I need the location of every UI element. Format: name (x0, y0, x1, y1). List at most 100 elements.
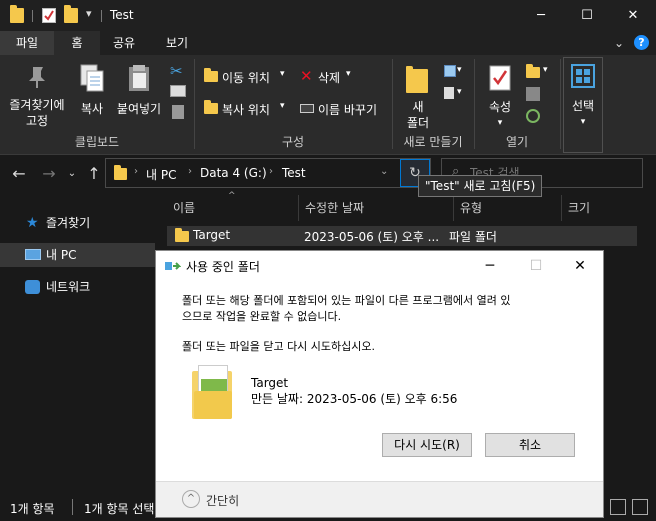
forward-button[interactable]: → (38, 162, 60, 186)
copy-to-icon (204, 100, 218, 114)
row-name: Target (193, 228, 231, 242)
close-icon: ✕ (627, 8, 639, 23)
nav-item-this-pc[interactable]: 내 PC (0, 243, 155, 267)
nav-item-network[interactable]: 네트워크 (0, 275, 155, 299)
minimize-icon: ─ (485, 258, 495, 274)
new-folder-icon[interactable] (64, 5, 78, 23)
copy-button[interactable]: 복사 (72, 59, 112, 119)
new-folder-label: 새 (412, 100, 424, 114)
expand-ribbon-icon[interactable]: ⌄ (614, 36, 624, 50)
dropdown-arrow-icon: ▾ (580, 117, 586, 127)
dialog-instruction: 폴더 또는 파일을 닫고 다시 시도하십시오. (182, 340, 376, 353)
new-item-icon (444, 65, 456, 77)
easy-access-button[interactable]: ▾ (444, 87, 464, 101)
divider (72, 499, 73, 515)
clipboard-group-label: 클립보드 (74, 135, 120, 149)
close-button[interactable]: ✕ (610, 0, 656, 31)
dropdown-arrow-icon: ▾ (457, 87, 462, 97)
rename-button[interactable]: 이름 바꾸기 (298, 99, 386, 119)
copy-label: 복사 (80, 102, 104, 116)
back-button[interactable]: ← (8, 162, 30, 186)
copy-path-icon[interactable] (170, 85, 186, 97)
address-dropdown-icon[interactable]: ⌄ (380, 166, 388, 177)
delete-label: 삭제 (318, 71, 341, 85)
dialog-body: 폴더 또는 해당 폴더에 포함되어 있는 파일이 다른 프로그램에서 열려 있 … (156, 281, 603, 481)
recent-locations-button[interactable]: ⌄ (64, 162, 80, 186)
pin-label-2: 고정 (25, 114, 49, 128)
minimize-button[interactable]: ─ (518, 0, 564, 31)
file-move-icon (165, 262, 181, 270)
dropdown-arrow-icon: ▾ (280, 101, 285, 111)
cancel-button[interactable]: 취소 (485, 433, 575, 457)
properties-button[interactable]: 속성 ▾ (480, 59, 520, 131)
properties-label: 속성 (488, 100, 512, 114)
nav-item-label: 네트워크 (46, 280, 91, 294)
paste-shortcut-icon[interactable] (172, 105, 184, 119)
pin-label: 즐겨찾기에 (9, 98, 65, 112)
dropdown-arrow-icon: ▾ (543, 65, 548, 75)
new-group-label: 새로 만들기 (403, 135, 463, 149)
ribbon-tabs: 파일 홈 공유 보기 ⌄ ? (0, 31, 656, 55)
dialog-item-name: Target (251, 376, 289, 390)
retry-button[interactable]: 다시 시도(R) (382, 433, 472, 457)
select-label: 선택 (571, 99, 595, 113)
maximize-button[interactable]: ☐ (564, 0, 610, 31)
row-modified: 2023-05-06 (토) 오후 ... (304, 230, 440, 244)
copy-to-button[interactable]: 복사 위치 ▾ (202, 99, 290, 119)
open-group-label: 열기 (505, 135, 529, 149)
dropdown-arrow-icon: ▾ (280, 69, 285, 79)
properties-checklist-icon[interactable] (42, 8, 56, 23)
star-icon: ★ (26, 215, 39, 231)
address-row: ← → ⌄ ↑ › 내 PC › Data 4 (G:) › Test ⌄ ↻ … (0, 155, 656, 195)
breadcrumb-drive[interactable]: Data 4 (G:) (200, 166, 267, 180)
move-to-button[interactable]: 이동 위치 ▾ (202, 67, 290, 87)
pc-icon (25, 249, 41, 260)
dialog-maximize-button: ☐ (513, 251, 559, 281)
navigation-pane: ★ 즐겨찾기 내 PC 네트워크 (0, 195, 155, 495)
address-bar[interactable]: › 내 PC › Data 4 (G:) › Test ⌄ ↻ (105, 158, 431, 188)
tab-share[interactable]: 공유 (100, 31, 148, 55)
nav-item-quick-access[interactable]: ★ 즐겨찾기 (0, 211, 155, 235)
delete-button[interactable]: ✕ 삭제 ▾ (298, 67, 358, 87)
rename-label: 이름 바꾸기 (318, 103, 378, 117)
pin-to-quick-access-button[interactable]: 즐겨찾기에 고정 (4, 59, 70, 133)
delete-x-icon: ✕ (300, 67, 313, 85)
large-icons-view-icon[interactable] (632, 499, 648, 515)
column-header-name[interactable]: 이름 (167, 195, 299, 221)
new-folder-large-icon (406, 66, 428, 93)
column-header-type[interactable]: 유형 (454, 195, 562, 221)
help-icon[interactable]: ? (634, 35, 649, 50)
up-button[interactable]: ↑ (84, 162, 104, 186)
select-button[interactable]: 선택 ▾ (563, 57, 603, 153)
customize-quick-access-icon[interactable]: ▾ (86, 7, 92, 20)
tab-home[interactable]: 홈 (54, 31, 100, 55)
column-header-modified[interactable]: 수정한 날짜 (299, 195, 454, 221)
edit-icon[interactable] (526, 87, 540, 101)
new-folder-label-2: 폴더 (406, 116, 430, 130)
paste-button[interactable]: 붙여넣기 (114, 59, 164, 119)
column-header-size[interactable]: 크기 (562, 195, 642, 221)
new-item-button[interactable]: ▾ (444, 65, 464, 79)
pin-icon (29, 67, 45, 88)
dialog-close-button[interactable]: ✕ (557, 251, 603, 281)
breadcrumb-test[interactable]: Test (282, 166, 306, 180)
details-view-icon[interactable] (610, 499, 626, 515)
collapse-details-button[interactable]: ^ 간단히 (182, 490, 258, 510)
breadcrumb-separator-icon: › (269, 166, 273, 177)
dialog-minimize-button[interactable]: ─ (467, 251, 513, 281)
tab-view[interactable]: 보기 (148, 31, 206, 55)
open-button[interactable]: ▾ (526, 64, 552, 79)
folder-icon (175, 228, 189, 242)
divider (560, 59, 561, 149)
tab-file[interactable]: 파일 (0, 31, 54, 55)
properties-icon (489, 65, 511, 91)
divider (32, 10, 33, 22)
breadcrumb-this-pc[interactable]: 내 PC (146, 166, 176, 183)
new-folder-button[interactable]: 새 폴더 (398, 59, 438, 131)
dialog-message-line2: 으므로 작업을 완료할 수 없습니다. (182, 310, 342, 323)
cut-icon[interactable]: ✂ (170, 63, 186, 79)
title-bar: ▾ Test ─ ☐ ✕ (0, 0, 656, 31)
table-row[interactable]: Target 2023-05-06 (토) 오후 ... 파일 폴더 (167, 226, 637, 246)
status-selected: 1개 항목 선택 (84, 502, 155, 516)
history-icon[interactable] (526, 109, 540, 123)
